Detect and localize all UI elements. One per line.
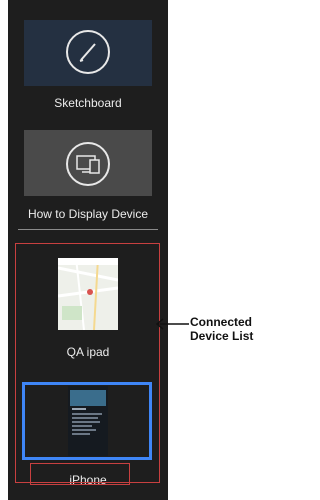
selected-device-highlight — [22, 382, 152, 460]
sketchboard-label: Sketchboard — [54, 96, 122, 110]
callout-arrow-icon — [155, 318, 189, 330]
divider — [18, 229, 158, 230]
how-to-display-device-label: How to Display Device — [27, 207, 149, 221]
callout-line1: Connected — [190, 315, 253, 329]
connected-device-list-callout: Connected Device List — [190, 315, 260, 343]
how-to-display-device-button[interactable] — [24, 130, 152, 196]
callout-line2: Device List — [190, 329, 254, 343]
devices-icon — [66, 142, 110, 186]
sketchboard-button[interactable] — [24, 20, 152, 86]
pencil-icon — [66, 30, 110, 74]
iphone-label-highlight — [30, 463, 130, 485]
